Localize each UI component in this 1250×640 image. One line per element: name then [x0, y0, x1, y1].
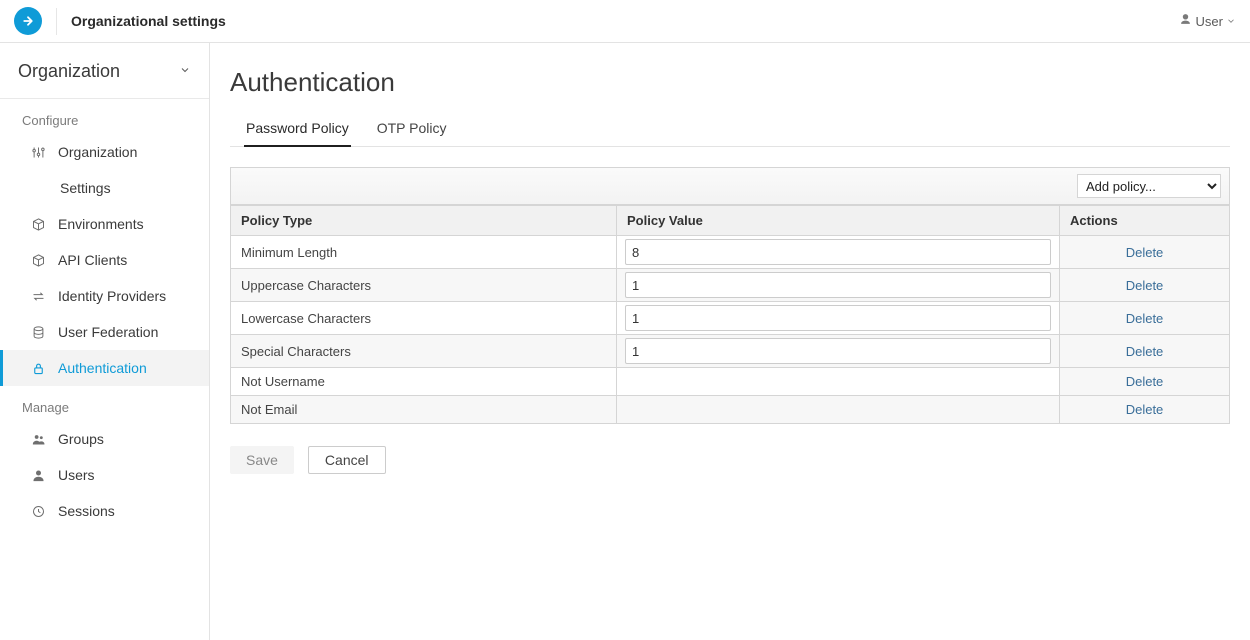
chevron-down-icon — [1226, 14, 1236, 29]
database-icon — [30, 324, 46, 340]
col-policy-value: Policy Value — [617, 206, 1060, 236]
policy-value-input[interactable] — [625, 338, 1051, 364]
topbar-separator — [56, 8, 57, 35]
user-menu[interactable]: User — [1179, 13, 1236, 29]
sidebar: Organization Configure Organization Sett… — [0, 43, 210, 640]
sidebar-item-user-federation[interactable]: User Federation — [0, 314, 209, 350]
delete-button[interactable]: Delete — [1126, 311, 1164, 326]
table-row: Not Username Delete — [231, 368, 1230, 396]
policy-value-input[interactable] — [625, 239, 1051, 265]
table-row: Minimum Length Delete — [231, 236, 1230, 269]
col-actions: Actions — [1060, 206, 1230, 236]
tab-password-policy[interactable]: Password Policy — [244, 112, 351, 147]
page-context-title: Organizational settings — [71, 13, 226, 29]
policy-type-cell: Minimum Length — [231, 236, 617, 269]
policy-value-cell — [617, 335, 1060, 368]
sidebar-item-label: Settings — [60, 180, 111, 196]
policy-action-cell: Delete — [1060, 396, 1230, 424]
sidebar-item-label: User Federation — [58, 324, 158, 340]
tabs: Password Policy OTP Policy — [230, 112, 1230, 147]
sidebar-item-groups[interactable]: Groups — [0, 421, 209, 457]
policy-type-cell: Not Email — [231, 396, 617, 424]
sliders-icon — [30, 144, 46, 160]
sidebar-section-configure-label: Configure — [0, 99, 209, 134]
sidebar-item-sessions[interactable]: Sessions — [0, 493, 209, 529]
cancel-button[interactable]: Cancel — [308, 446, 386, 474]
brand-logo — [14, 7, 42, 35]
add-policy-bar: Add policy... — [230, 167, 1230, 205]
sidebar-item-label: Authentication — [58, 360, 147, 376]
policy-action-cell: Delete — [1060, 368, 1230, 396]
page-title: Authentication — [230, 67, 1230, 98]
sidebar-item-authentication[interactable]: Authentication — [0, 350, 209, 386]
save-button[interactable]: Save — [230, 446, 294, 474]
box-icon — [30, 252, 46, 268]
chevron-down-icon — [179, 64, 191, 79]
delete-button[interactable]: Delete — [1126, 344, 1164, 359]
table-row: Special Characters Delete — [231, 335, 1230, 368]
table-row: Lowercase Characters Delete — [231, 302, 1230, 335]
sidebar-section-configure: Organization Settings Environments API C… — [0, 134, 209, 386]
policy-table: Policy Type Policy Value Actions Minimum… — [230, 205, 1230, 424]
tab-otp-policy[interactable]: OTP Policy — [375, 112, 449, 147]
sidebar-item-environments[interactable]: Environments — [0, 206, 209, 242]
policy-value-cell — [617, 236, 1060, 269]
sidebar-item-label: Environments — [58, 216, 144, 232]
sidebar-item-label: Sessions — [58, 503, 115, 519]
user-menu-label: User — [1196, 14, 1223, 29]
sidebar-header[interactable]: Organization — [0, 43, 209, 99]
sidebar-item-settings[interactable]: Settings — [0, 170, 209, 206]
policy-type-cell: Uppercase Characters — [231, 269, 617, 302]
form-buttons: Save Cancel — [230, 446, 1230, 474]
policy-value-cell — [617, 368, 1060, 396]
delete-button[interactable]: Delete — [1126, 402, 1164, 417]
delete-button[interactable]: Delete — [1126, 374, 1164, 389]
delete-button[interactable]: Delete — [1126, 245, 1164, 260]
clock-icon — [30, 503, 46, 519]
sidebar-section-manage-label: Manage — [0, 386, 209, 421]
exchange-icon — [30, 288, 46, 304]
sidebar-item-users[interactable]: Users — [0, 457, 209, 493]
user-icon — [1179, 13, 1192, 29]
col-policy-type: Policy Type — [231, 206, 617, 236]
sidebar-item-identity-providers[interactable]: Identity Providers — [0, 278, 209, 314]
sidebar-item-label: Groups — [58, 431, 104, 447]
policy-action-cell: Delete — [1060, 236, 1230, 269]
user-icon — [30, 467, 46, 483]
arrow-right-circle-icon — [19, 12, 37, 30]
sidebar-item-label: API Clients — [58, 252, 127, 268]
sidebar-item-label: Organization — [58, 144, 137, 160]
sidebar-item-api-clients[interactable]: API Clients — [0, 242, 209, 278]
policy-table-body: Minimum Length Delete Uppercase Characte… — [231, 236, 1230, 424]
add-policy-select[interactable]: Add policy... — [1077, 174, 1221, 198]
policy-type-cell: Special Characters — [231, 335, 617, 368]
policy-value-input[interactable] — [625, 305, 1051, 331]
lock-icon — [30, 360, 46, 376]
table-row: Not Email Delete — [231, 396, 1230, 424]
policy-action-cell: Delete — [1060, 302, 1230, 335]
policy-value-cell — [617, 269, 1060, 302]
policy-value-cell — [617, 396, 1060, 424]
table-header-row: Policy Type Policy Value Actions — [231, 206, 1230, 236]
policy-action-cell: Delete — [1060, 269, 1230, 302]
topbar: Organizational settings User — [0, 0, 1250, 43]
box-icon — [30, 216, 46, 232]
policy-value-cell — [617, 302, 1060, 335]
content: Authentication Password Policy OTP Polic… — [210, 43, 1250, 640]
table-row: Uppercase Characters Delete — [231, 269, 1230, 302]
policy-type-cell: Lowercase Characters — [231, 302, 617, 335]
sidebar-header-title: Organization — [18, 61, 120, 82]
delete-button[interactable]: Delete — [1126, 278, 1164, 293]
sidebar-item-label: Users — [58, 467, 95, 483]
sidebar-item-label: Identity Providers — [58, 288, 166, 304]
users-group-icon — [30, 431, 46, 447]
sidebar-item-organization[interactable]: Organization — [0, 134, 209, 170]
policy-value-input[interactable] — [625, 272, 1051, 298]
policy-type-cell: Not Username — [231, 368, 617, 396]
layout: Organization Configure Organization Sett… — [0, 43, 1250, 640]
policy-action-cell: Delete — [1060, 335, 1230, 368]
sidebar-section-manage: Groups Users Sessions — [0, 421, 209, 529]
